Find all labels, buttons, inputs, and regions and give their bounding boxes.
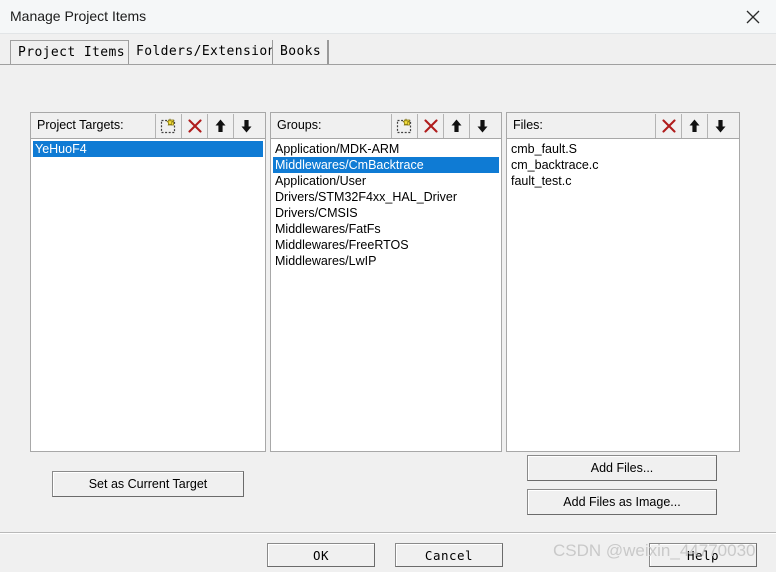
list-item[interactable]: Middlewares/FatFs [273,221,499,237]
project-targets-listbox[interactable]: YeHuoF4 [30,138,266,452]
groups-label: Groups: [277,118,322,132]
move-target-down-button[interactable] [233,114,259,138]
list-item[interactable]: Middlewares/CmBacktrace [273,157,499,173]
add-files-as-image-button[interactable]: Add Files as Image... [527,489,717,515]
list-item[interactable]: Application/MDK-ARM [273,141,499,157]
delete-x-icon [661,119,676,133]
cancel-button[interactable]: Cancel [395,543,503,567]
move-file-up-button[interactable] [681,114,707,138]
delete-x-icon [187,119,202,133]
arrow-down-icon [715,120,726,133]
ok-button[interactable]: OK [267,543,375,567]
arrow-up-icon [215,119,226,132]
list-item[interactable]: Middlewares/FreeRTOS [273,237,499,253]
arrow-up-icon [689,119,700,132]
tabstrip-underline [0,64,776,65]
window-titlebar: Manage Project Items [0,0,776,34]
arrow-down-icon [241,120,252,133]
close-icon [746,10,760,23]
dialog-body: Project Targets: YeHuoF4 Groups: Applica… [0,66,776,532]
new-item-icon [396,117,412,133]
delete-target-button[interactable] [181,114,207,138]
dialog-footer: OK Cancel Help [0,534,776,572]
list-item[interactable]: cmb_fault.S [509,141,737,157]
delete-group-button[interactable] [417,114,443,138]
new-group-button[interactable] [391,114,417,138]
new-item-icon [160,117,176,133]
files-panel: Files: cmb_fault.S cm_backtrace.c fault_… [506,112,740,452]
tab-separator [327,40,328,65]
groups-panel: Groups: Application/MDK-ARM Middlewares/… [270,112,502,452]
list-item[interactable]: Drivers/CMSIS [273,205,499,221]
set-as-current-target-button[interactable]: Set as Current Target [52,471,244,497]
arrow-up-icon [451,119,462,132]
delete-file-button[interactable] [655,114,681,138]
files-listbox[interactable]: cmb_fault.S cm_backtrace.c fault_test.c [506,138,740,452]
groups-header: Groups: [270,112,502,138]
list-item[interactable]: Middlewares/LwIP [273,253,499,269]
project-targets-panel: Project Targets: YeHuoF4 [30,112,266,452]
files-header: Files: [506,112,740,138]
new-target-button[interactable] [155,114,181,138]
groups-listbox[interactable]: Application/MDK-ARM Middlewares/CmBacktr… [270,138,502,452]
tab-project-items[interactable]: Project Items [10,40,133,65]
move-target-up-button[interactable] [207,114,233,138]
window-title: Manage Project Items [10,8,147,24]
files-list: cmb_fault.S cm_backtrace.c fault_test.c [509,141,737,449]
move-file-down-button[interactable] [707,114,733,138]
project-targets-list: YeHuoF4 [33,141,263,449]
list-item[interactable]: Drivers/STM32F4xx_HAL_Driver [273,189,499,205]
tab-books[interactable]: Books [272,40,330,65]
list-item[interactable]: fault_test.c [509,173,737,189]
list-item[interactable]: cm_backtrace.c [509,157,737,173]
close-window-button[interactable] [730,0,776,33]
project-targets-header: Project Targets: [30,112,266,138]
list-item[interactable]: YeHuoF4 [33,141,263,157]
arrow-down-icon [477,120,488,133]
tabstrip: Project Items Folders/Extensions Books [0,34,776,66]
move-group-up-button[interactable] [443,114,469,138]
groups-list: Application/MDK-ARM Middlewares/CmBacktr… [273,141,499,449]
files-label: Files: [513,118,543,132]
move-group-down-button[interactable] [469,114,495,138]
tab-folders-extensions[interactable]: Folders/Extensions [128,40,293,65]
project-targets-label: Project Targets: [37,118,124,132]
help-button[interactable]: Help [649,543,757,567]
add-files-button[interactable]: Add Files... [527,455,717,481]
list-item[interactable]: Application/User [273,173,499,189]
delete-x-icon [423,119,438,133]
